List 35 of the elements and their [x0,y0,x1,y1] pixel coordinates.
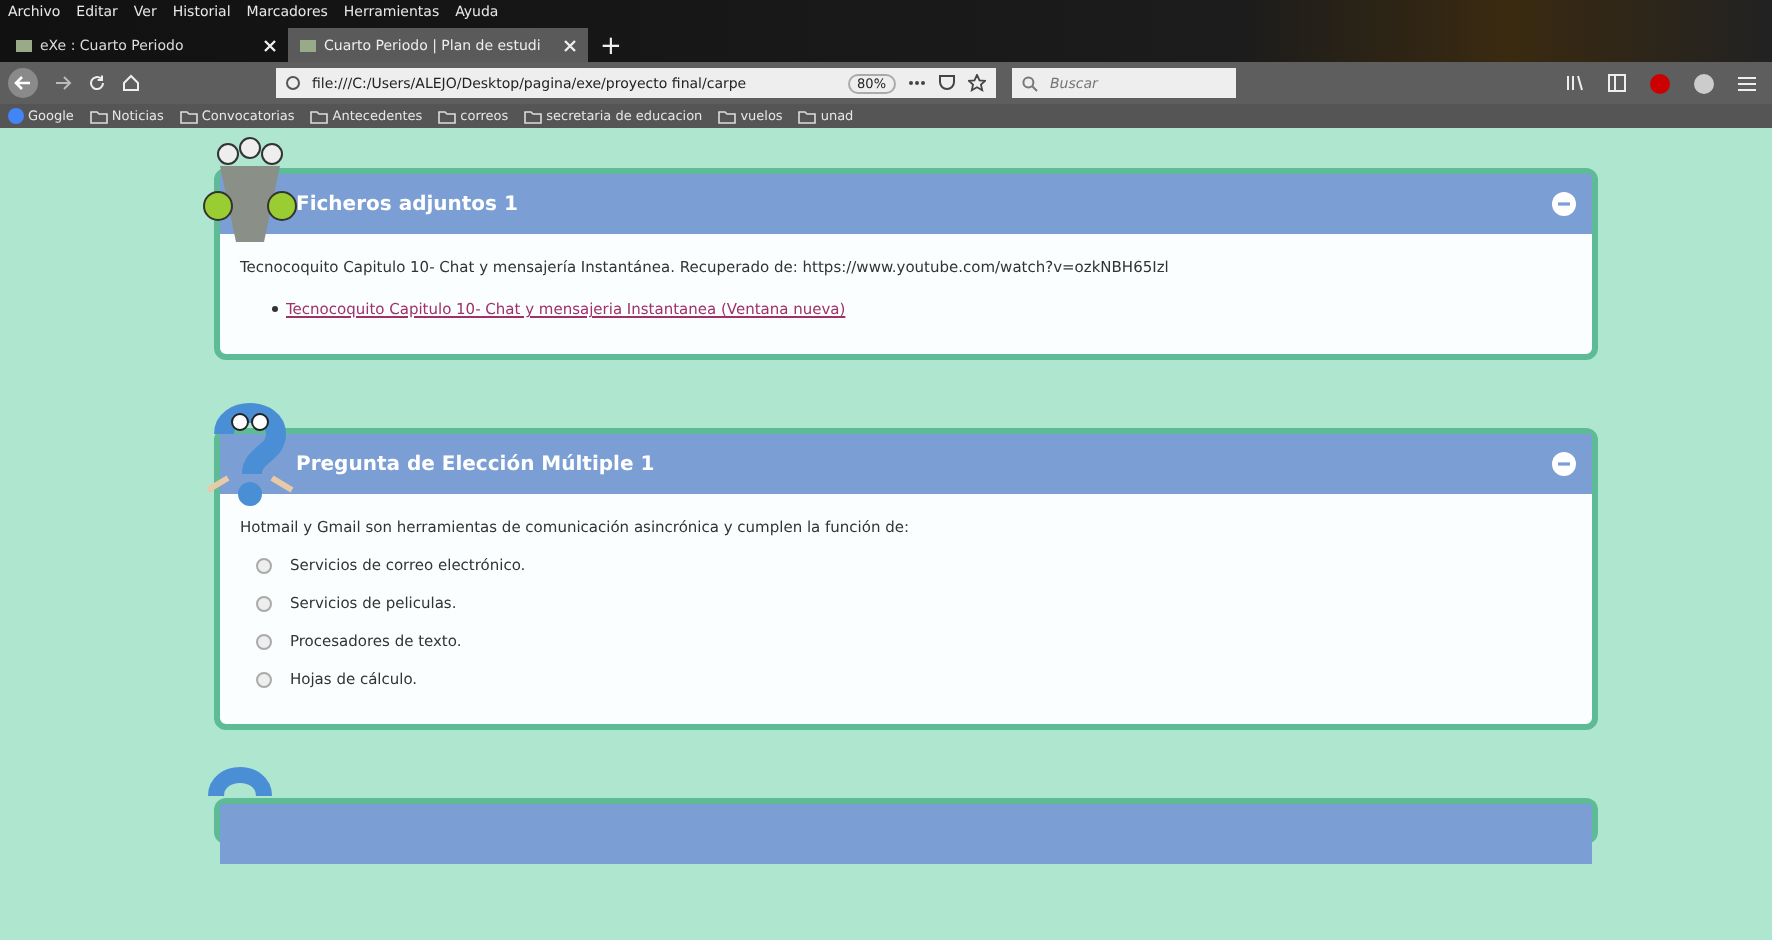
folder-icon [89,109,108,123]
radio-button[interactable] [256,633,272,649]
close-icon[interactable] [264,39,276,51]
card-title: Ficheros adjuntos 1 [296,193,520,215]
pocket-icon[interactable] [938,74,956,92]
reload-icon[interactable] [88,74,106,92]
arrow-left-icon [14,74,32,92]
bullet-icon [272,306,278,312]
folder-icon [438,109,457,123]
folder-icon [524,109,543,123]
collapse-icon[interactable] [1552,192,1576,216]
folder-icon [179,109,198,123]
folder-icon [310,109,329,123]
info-icon [286,76,300,90]
folder-icon [718,109,737,123]
globe-icon [8,108,24,124]
menu-icon[interactable] [1738,75,1756,91]
radio-button[interactable] [256,671,272,687]
page-icon [16,39,32,51]
library-icon[interactable] [1566,74,1584,92]
sidebar-icon[interactable] [1608,74,1626,92]
search-icon [1022,75,1038,91]
collapse-icon[interactable] [1552,452,1576,476]
new-tab-button[interactable]: + [588,32,634,62]
bookmark-star-icon[interactable] [968,74,986,92]
home-icon[interactable] [122,74,140,92]
close-icon[interactable] [564,39,576,51]
radio-button[interactable] [256,595,272,611]
more-icon[interactable] [908,80,926,86]
page-icon [300,39,316,51]
radio-button[interactable] [256,557,272,573]
folder-icon [798,109,817,123]
card-title: Pregunta de Elección Múltiple 1 [296,453,657,475]
forward-icon[interactable] [54,74,72,92]
back-button[interactable] [8,68,38,98]
